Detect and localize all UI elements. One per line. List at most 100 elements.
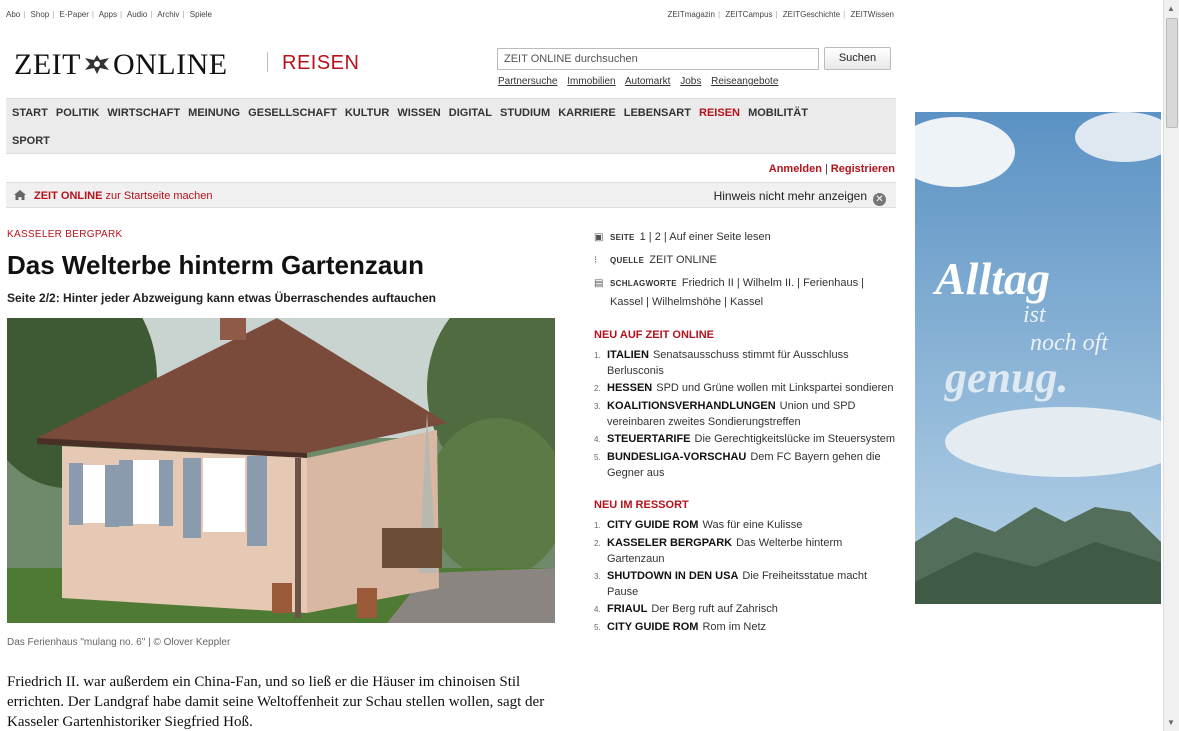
dismiss-hint-button[interactable]: Hinweis nicht mehr anzeigen ✕ [714, 189, 886, 206]
nav-item-kultur[interactable]: KULTUR [345, 107, 389, 119]
ad-word-1: Alltag [932, 253, 1050, 304]
holiday-house-image [7, 318, 555, 623]
link-abo[interactable]: Abo [6, 10, 20, 19]
list-item[interactable]: 5. BUNDESLIGA-VORSCHAU Dem FC Bayern gehen… [594, 449, 899, 481]
nav-item-karriere[interactable]: KARRIERE [558, 107, 615, 119]
startpage-hint-bar: ZEIT ONLINE zur Startseite machen Hinwei… [6, 182, 896, 208]
list-item[interactable]: 4. FRIAUL Der Berg ruft auf Zahrisch [594, 601, 899, 618]
main-nav: START POLITIK WIRTSCHAFT MEINUNG GESELLS… [6, 98, 896, 154]
account-links: Anmelden | Registrieren [768, 163, 895, 175]
logo-text-left: ZEIT [14, 48, 81, 81]
nav-row-1: START POLITIK WIRTSCHAFT MEINUNG GESELLS… [12, 107, 813, 119]
nav-item-lebensart[interactable]: LEBENSART [624, 107, 691, 119]
link-apps[interactable]: Apps [99, 10, 117, 19]
article-subline: Seite 2/2: Hinter jeder Abzweigung kann … [7, 291, 437, 305]
list-item[interactable]: 1. CITY GUIDE ROM Was für eine Kulisse [594, 517, 899, 534]
advertisement[interactable]: Alltag ist noch oft genug. [915, 112, 1161, 604]
page-icon: ▣ [594, 232, 604, 243]
scroll-thumb[interactable] [1166, 18, 1178, 128]
link-audio[interactable]: Audio [127, 10, 147, 19]
article-headline: Das Welterbe hinterm Gartenzaun [7, 250, 425, 280]
service-links: Abo | Shop | E-Paper | Apps | Audio | Archiv |… [6, 10, 212, 19]
register-link[interactable]: Registrieren [831, 163, 895, 175]
link-automarkt[interactable]: Automarkt [625, 76, 671, 87]
page-link-2[interactable]: 2 [655, 231, 661, 243]
page-link-1[interactable]: 1 [640, 231, 646, 243]
meta-pages: ▣ SEITE 1 | 2 | Auf einer Seite lesen [594, 228, 899, 247]
link-spiele[interactable]: Spiele [190, 10, 212, 19]
nav-item-politik[interactable]: POLITIK [56, 107, 99, 119]
nav-item-meinung[interactable]: MEINUNG [188, 107, 240, 119]
nav-item-wirtschaft[interactable]: WIRTSCHAFT [107, 107, 180, 119]
nav-item-mobilitaet[interactable]: MOBILITÄT [748, 107, 808, 119]
ad-image: Alltag ist noch oft genug. [915, 112, 1161, 604]
link-zeitmagazin[interactable]: ZEITmagazin [667, 10, 715, 19]
close-circle-icon: ✕ [873, 193, 886, 206]
search-button[interactable]: Suchen [824, 47, 891, 70]
startpage-brand: ZEIT ONLINE [34, 190, 103, 202]
eagle-icon [84, 55, 109, 74]
list-item[interactable]: 2. HESSEN SPD und Grüne wollen mit Linkspa… [594, 380, 899, 397]
nav-item-digital[interactable]: DIGITAL [449, 107, 492, 119]
article-photo [7, 318, 555, 623]
list-item[interactable]: 3. SHUTDOWN IN DEN USA Die Freiheitsstatue… [594, 568, 899, 600]
meta-source: ⁝ QUELLE ZEIT ONLINE [594, 251, 899, 270]
nav-item-gesellschaft[interactable]: GESELLSCHAFT [248, 107, 337, 119]
startpage-text: zur Startseite machen [105, 190, 213, 202]
section-title[interactable]: REISEN [282, 52, 359, 75]
logo-text-right: ONLINE [112, 48, 228, 81]
nav-item-studium[interactable]: STUDIUM [500, 107, 550, 119]
meta-tags-label: SCHLAGWORTE [610, 279, 677, 288]
list-item[interactable]: 1. ITALIEN Senatsausschuss stimmt für Auss… [594, 347, 899, 379]
link-archiv[interactable]: Archiv [157, 10, 179, 19]
link-zeitcampus[interactable]: ZEITCampus [725, 10, 772, 19]
neu-auf-list: 1. ITALIEN Senatsausschuss stimmt für Auss… [594, 347, 899, 481]
link-zeitgeschichte[interactable]: ZEITGeschichte [783, 10, 840, 19]
link-shop[interactable]: Shop [31, 10, 50, 19]
link-partnersuche[interactable]: Partnersuche [498, 76, 557, 87]
magazine-links: ZEITmagazin | ZEITCampus | ZEITGeschichte |… [667, 10, 894, 19]
scroll-down-arrow-icon[interactable]: ▼ [1167, 718, 1175, 727]
ad-word-2: ist [1023, 302, 1047, 328]
dismiss-hint-label: Hinweis nicht mehr anzeigen [713, 189, 867, 203]
search-input[interactable]: ZEIT ONLINE durchsuchen [497, 48, 819, 70]
list-item[interactable]: 3. KOALITIONSVERHANDLUNGEN Union und SPD v… [594, 398, 899, 430]
article-kicker: KASSELER BERGPARK [7, 229, 123, 240]
list-item[interactable]: 4. STEUERTARIFE Die Gerechtigkeitslücke im… [594, 431, 899, 448]
nav-item-wissen[interactable]: WISSEN [397, 107, 440, 119]
link-epaper[interactable]: E-Paper [60, 10, 89, 19]
article-sidebar: ▣ SEITE 1 | 2 | Auf einer Seite lesen ⁝ … [594, 228, 899, 637]
nav-item-sport[interactable]: SPORT [12, 135, 50, 147]
photo-caption: Das Ferienhaus "mulang no. 6" | © Olover… [7, 637, 231, 648]
link-immobilien[interactable]: Immobilien [567, 76, 615, 87]
list-item[interactable]: 5. CITY GUIDE ROM Rom im Netz [594, 619, 899, 636]
meta-seite-label: SEITE [610, 233, 635, 242]
home-icon [14, 190, 26, 200]
neu-im-list: 1. CITY GUIDE ROM Was für eine Kulisse 2. K… [594, 517, 899, 636]
ad-word-4: genug. [944, 353, 1068, 402]
article-body: Friedrich II. war außerdem ein China-Fan… [7, 674, 545, 730]
meta-tags: ▤ SCHLAGWORTE Friedrich II | Wilhelm II. … [594, 274, 899, 311]
site-logo[interactable]: ZEIT ONLINE [14, 48, 228, 82]
source-icon: ⁝ [594, 255, 598, 266]
read-on-one-page-link[interactable]: Auf einer Seite lesen [669, 231, 771, 243]
nav-item-reisen[interactable]: REISEN [699, 107, 740, 119]
login-link[interactable]: Anmelden [769, 163, 822, 175]
quicklinks: Partnersuche Immobilien Automarkt Jobs R… [498, 76, 785, 87]
top-bar: Abo | Shop | E-Paper | Apps | Audio | Archiv |… [0, 0, 900, 28]
tags-icon: ▤ [594, 278, 604, 289]
link-reiseangebote[interactable]: Reiseangebote [711, 76, 778, 87]
nav-row-2: SPORT [12, 135, 55, 147]
startpage-link[interactable]: ZEIT ONLINE zur Startseite machen [14, 190, 213, 202]
neu-auf-zeit-online-heading: NEU AUF ZEIT ONLINE [594, 329, 714, 341]
link-zeitwissen[interactable]: ZEITWissen [850, 10, 894, 19]
link-jobs[interactable]: Jobs [680, 76, 701, 87]
meta-quelle-label: QUELLE [610, 256, 645, 265]
meta-source-value: ZEIT ONLINE [649, 254, 717, 266]
list-item[interactable]: 2. KASSELER BERGPARK Das Welterbe hinterm … [594, 535, 899, 567]
scroll-up-arrow-icon[interactable]: ▲ [1167, 4, 1175, 13]
logo-divider [267, 52, 268, 72]
page-scrollbar[interactable]: ▲ ▼ [1163, 0, 1179, 731]
neu-im-ressort-heading: NEU IM RESSORT [594, 499, 689, 511]
nav-item-start[interactable]: START [12, 107, 48, 119]
